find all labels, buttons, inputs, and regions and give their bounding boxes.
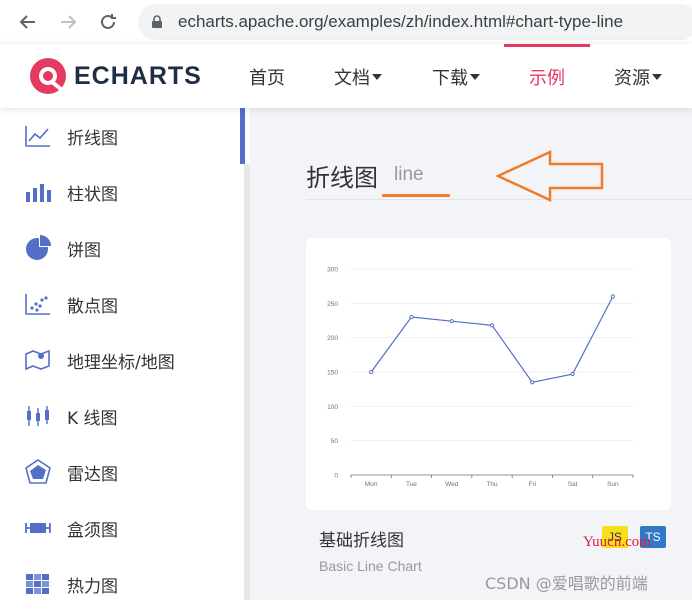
sidebar-item-line[interactable]: 折线图 (0, 108, 240, 164)
reload-button[interactable] (92, 6, 124, 38)
example-card[interactable]: 0 50 100 150 200 250 300 Mon Tue Wed Thu Fri Sat Sun (306, 238, 671, 510)
sidebar-item-candlestick[interactable]: K 线图 (0, 388, 240, 444)
sidebar-item-label: 雷达图 (67, 464, 118, 485)
x-tick-label: Fri (528, 481, 536, 488)
x-tick-label: Sun (607, 481, 619, 488)
arrow-annotation-icon (495, 150, 604, 202)
sidebar-scrollbar-track[interactable] (244, 164, 250, 600)
series-line (370, 296, 614, 383)
sidebar-item-radar[interactable]: 雷达图 (0, 444, 240, 500)
candlestick-icon (24, 402, 52, 430)
sidebar-item-label: 饼图 (67, 240, 101, 261)
data-point (530, 380, 535, 385)
browser-toolbar: echarts.apache.org/examples/zh/index.htm… (0, 0, 692, 44)
logo-text: ECHARTS (74, 61, 202, 90)
y-tick-label: 250 (327, 301, 338, 308)
arrow-right-icon (61, 15, 77, 29)
url-text: echarts.apache.org/examples/zh/index.htm… (178, 12, 624, 31)
sidebar-item-label: 柱状图 (67, 184, 118, 205)
main-content: 折线图 line 0 50 100 150 200 250 300 Mon Tue Wed Thu F… (250, 108, 692, 600)
arrow-left-icon (19, 15, 35, 29)
nav-label: 首页 (249, 68, 285, 89)
x-tick-label: Sat (568, 481, 578, 488)
nav-label: 文档 (334, 68, 370, 89)
data-point (489, 323, 495, 328)
nav-download[interactable]: 下载 (432, 64, 480, 90)
sidebar-item-bar[interactable]: 柱状图 (0, 164, 240, 220)
sidebar-item-label: 热力图 (67, 576, 118, 597)
example-subtitle: Basic Line Chart (319, 558, 422, 574)
boxplot-icon (24, 514, 52, 542)
site-header: ECHARTS 首页 文档 下载 示例 资源 (0, 44, 692, 108)
bar-chart-icon (24, 178, 52, 206)
data-point (369, 369, 374, 375)
map-icon (24, 346, 52, 374)
y-tick-label: 100 (327, 404, 338, 411)
y-tick-label: 150 (327, 370, 338, 377)
sidebar-item-scatter[interactable]: 散点图 (0, 276, 240, 332)
nav-label: 下载 (432, 68, 468, 89)
example-title[interactable]: 基础折线图 (319, 526, 404, 551)
subtitle-underline-annotation (382, 194, 450, 197)
scatter-chart-icon (24, 290, 52, 318)
sidebar-selected-indicator (240, 108, 245, 164)
nav-label: 示例 (529, 68, 565, 89)
heatmap-icon (24, 570, 52, 598)
caret-down-icon (652, 74, 662, 80)
nav-active-indicator (504, 44, 590, 47)
sidebar-item-heatmap[interactable]: 热力图 (0, 556, 240, 612)
x-tick-label: Tue (406, 481, 417, 488)
data-point (449, 319, 454, 324)
y-tick-label: 50 (331, 438, 339, 445)
nav-home[interactable]: 首页 (249, 64, 285, 90)
reload-icon (101, 14, 116, 29)
nav-docs[interactable]: 文档 (334, 64, 382, 90)
x-tick-label: Wed (445, 481, 459, 488)
x-tick-label: Mon (365, 481, 378, 488)
radar-chart-icon (24, 458, 52, 486)
y-tick-label: 200 (327, 335, 338, 342)
y-tick-label: 0 (334, 473, 338, 480)
sidebar-item-boxplot[interactable]: 盒须图 (0, 500, 240, 556)
csdn-watermark: CSDN @爱唱歌的前端 (485, 574, 648, 593)
y-tick-label: 300 (327, 267, 338, 274)
yuucn-watermark: Yuucn.com (583, 534, 651, 550)
line-chart: 0 50 100 150 200 250 300 Mon Tue Wed Thu Fri Sat Sun (327, 267, 634, 488)
nav-resources[interactable]: 资源 (614, 64, 662, 90)
sidebar-item-label: K 线图 (67, 408, 118, 429)
section-subtitle: line (394, 164, 424, 185)
x-tick-label: Thu (486, 481, 498, 488)
caret-down-icon (470, 74, 480, 80)
chart-type-sidebar: 折线图 柱状图 饼图 散点图 地理坐标/地图 K 线图 雷达图 盒须图 热力图 (0, 108, 250, 600)
sidebar-item-label: 折线图 (67, 128, 118, 149)
forward-button[interactable] (52, 6, 84, 38)
sidebar-item-pie[interactable]: 饼图 (0, 220, 240, 276)
sidebar-item-label: 地理坐标/地图 (67, 352, 175, 373)
address-bar[interactable]: echarts.apache.org/examples/zh/index.htm… (138, 4, 692, 40)
echarts-logo[interactable]: ECHARTS (28, 56, 202, 96)
section-title: 折线图 (306, 164, 378, 192)
echarts-logo-icon (30, 58, 66, 94)
lock-icon (152, 15, 162, 28)
pie-chart-icon (24, 234, 52, 262)
back-button[interactable] (12, 6, 44, 38)
nav-examples[interactable]: 示例 (529, 64, 565, 90)
data-point (409, 314, 414, 320)
line-chart-icon (24, 122, 52, 150)
sidebar-item-label: 散点图 (67, 296, 118, 317)
sidebar-item-map[interactable]: 地理坐标/地图 (0, 332, 240, 388)
nav-label: 资源 (614, 68, 650, 89)
sidebar-item-label: 盒须图 (67, 520, 118, 541)
caret-down-icon (372, 74, 382, 80)
data-point (570, 371, 575, 377)
data-point (610, 294, 615, 299)
